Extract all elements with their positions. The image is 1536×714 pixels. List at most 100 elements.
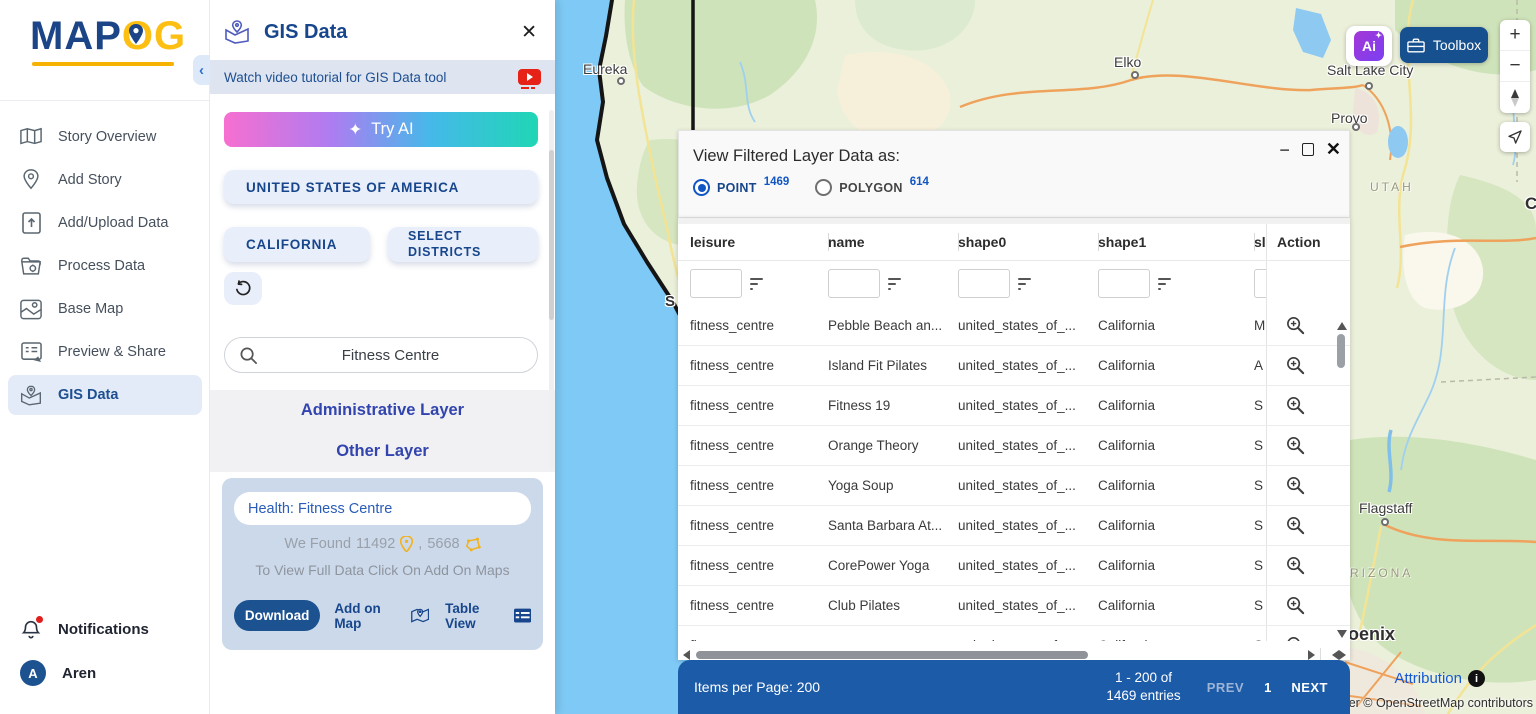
- vscroll-up-arrow[interactable]: [1337, 322, 1347, 330]
- hscroll-left-arrow[interactable]: [683, 650, 690, 660]
- sidebar-item-story-overview[interactable]: Story Overview: [8, 117, 202, 157]
- filter-input-leisure[interactable]: [690, 269, 742, 298]
- next-page-button[interactable]: NEXT: [1291, 680, 1328, 695]
- logo-text-og: OG: [121, 14, 187, 58]
- info-icon[interactable]: i: [1468, 670, 1485, 687]
- row-action-cell: [1266, 626, 1324, 641]
- zoom-to-feature-button[interactable]: [1285, 555, 1306, 576]
- cell-shape2: S: [1242, 638, 1266, 641]
- table-row[interactable]: fitness_centre CorePower Yoga united_state…: [678, 546, 1350, 586]
- zoom-to-feature-button[interactable]: [1285, 435, 1306, 456]
- administrative-layer-section[interactable]: Administrative Layer: [210, 390, 555, 431]
- sidebar-item-process-data[interactable]: Process Data: [8, 246, 202, 286]
- hscroll-thumb[interactable]: [696, 651, 1088, 659]
- filter-icon[interactable]: [1158, 277, 1171, 290]
- panel-scrollbar-thumb[interactable]: [549, 150, 554, 320]
- filter-input-shape2[interactable]: [1254, 269, 1266, 298]
- youtube-icon[interactable]: [518, 69, 541, 89]
- minimize-icon[interactable]: −: [1279, 141, 1290, 159]
- table-row[interactable]: fitness_centre Orange Theory united_states…: [678, 426, 1350, 466]
- state-button[interactable]: CALIFORNIA: [224, 227, 370, 262]
- query-pill: Health: Fitness Centre: [234, 492, 531, 525]
- table-row[interactable]: fitness_centre Club Pilates united_states_…: [678, 586, 1350, 626]
- cell-leisure: fitness_centre: [690, 598, 775, 613]
- logo-underline: [32, 62, 174, 66]
- column-header-shape0[interactable]: shape0: [946, 234, 1086, 250]
- radio-circle-icon: [815, 179, 833, 196]
- avatar: A: [20, 660, 46, 686]
- filter-input-name[interactable]: [828, 269, 880, 298]
- zoom-to-feature-button[interactable]: [1285, 515, 1306, 536]
- cell-shape0: united_states_of_...: [958, 438, 1076, 453]
- table-view-button[interactable]: Table View: [445, 601, 531, 631]
- layer-search-input[interactable]: Fitness Centre: [224, 337, 538, 373]
- range-line1: 1 - 200 of: [1115, 669, 1173, 685]
- zoom-to-feature-button[interactable]: [1285, 395, 1306, 416]
- current-page[interactable]: 1: [1264, 680, 1271, 695]
- download-button[interactable]: Download: [234, 600, 321, 631]
- geometry-radio-group: POINT 1469 POLYGON 614: [693, 176, 929, 196]
- other-layer-section[interactable]: Other Layer: [210, 431, 555, 472]
- close-icon[interactable]: ✕: [1326, 139, 1341, 160]
- sidebar-item-preview-share[interactable]: Preview & Share: [8, 332, 202, 372]
- filter-input-shape0[interactable]: [958, 269, 1010, 298]
- column-header-name[interactable]: name: [816, 234, 946, 250]
- map-canvas[interactable]: Eureka Elko Salt Lake City Provo Flagstaff UT…: [555, 0, 1536, 714]
- sidebar-item-add-upload-data[interactable]: Add/Upload Data: [8, 203, 202, 243]
- filter-icon[interactable]: [750, 277, 763, 290]
- filter-icon[interactable]: [1018, 277, 1031, 290]
- add-on-map-button[interactable]: Add on Map: [334, 601, 430, 631]
- table-row[interactable]: fitness_centre Yoga Soup united_states_of_…: [678, 466, 1350, 506]
- items-per-page[interactable]: Items per Page: 200: [694, 679, 820, 695]
- partial-city-label: oenix: [1348, 624, 1396, 644]
- zoom-out-button[interactable]: −: [1500, 51, 1530, 82]
- zoom-to-feature-button[interactable]: [1285, 355, 1306, 376]
- user-item[interactable]: A Aren: [0, 650, 210, 696]
- zoom-to-feature-button[interactable]: [1285, 475, 1306, 496]
- filtered-data-window: View Filtered Layer Data as: − ✕ POINT 14…: [678, 130, 1350, 714]
- table-row[interactable]: fitness_centre Fitness 19 united_states_of…: [678, 386, 1350, 426]
- undo-button[interactable]: [224, 272, 262, 305]
- notifications-item[interactable]: Notifications: [0, 608, 210, 650]
- action-hscroll-left-arrow[interactable]: [1332, 650, 1339, 660]
- vscroll-down-arrow[interactable]: [1337, 630, 1347, 638]
- ai-icon-text: Ai: [1362, 38, 1376, 54]
- attribution-link[interactable]: Attribution: [1394, 670, 1462, 687]
- vscroll-thumb[interactable]: [1337, 334, 1345, 368]
- table-row[interactable]: fitness_centre Santa Barbara At... united_…: [678, 506, 1350, 546]
- compass-button[interactable]: [1500, 82, 1530, 113]
- zoom-in-button[interactable]: +: [1500, 20, 1530, 51]
- try-ai-button[interactable]: ✦ Try AI: [224, 112, 538, 147]
- table-row[interactable]: fitness_centre united_states_of_...Califo…: [678, 626, 1350, 641]
- country-button[interactable]: UNITED STATES OF AMERICA: [224, 170, 538, 204]
- hscroll-right-arrow[interactable]: [1308, 650, 1315, 660]
- zoom-to-feature-button[interactable]: [1285, 635, 1306, 641]
- video-tutorial-banner[interactable]: Watch video tutorial for GIS Data tool: [210, 60, 555, 94]
- select-districts-button[interactable]: SELECT DISTRICTS: [388, 227, 538, 262]
- toolbox-button[interactable]: Toolbox: [1400, 27, 1488, 63]
- ai-tool-button[interactable]: Ai ✦: [1346, 26, 1392, 66]
- sidebar-item-label: Base Map: [58, 301, 124, 317]
- sidebar-item-base-map[interactable]: Base Map: [8, 289, 202, 329]
- column-header-action[interactable]: Action: [1266, 224, 1324, 260]
- table-row[interactable]: fitness_centre Pebble Beach an... united_s…: [678, 306, 1350, 346]
- sidebar-item-add-story[interactable]: Add Story: [8, 160, 202, 200]
- column-header-shape1[interactable]: shape1: [1086, 234, 1242, 250]
- radio-point[interactable]: POINT 1469: [693, 176, 789, 196]
- filter-icon[interactable]: [888, 277, 901, 290]
- table-row[interactable]: fitness_centre Island Fit Pilates united_s…: [678, 346, 1350, 386]
- column-header-leisure[interactable]: leisure: [678, 234, 816, 250]
- radio-polygon[interactable]: POLYGON 614: [815, 176, 929, 196]
- sidebar-collapse-button[interactable]: ‹: [193, 55, 210, 85]
- action-hscroll-right-arrow[interactable]: [1339, 650, 1346, 660]
- zoom-to-feature-button[interactable]: [1285, 595, 1306, 616]
- maximize-icon[interactable]: [1301, 143, 1314, 156]
- sidebar-item-gis-data[interactable]: GIS Data: [8, 375, 202, 415]
- locate-button[interactable]: [1500, 122, 1530, 152]
- prev-page-button[interactable]: PREV: [1207, 680, 1244, 695]
- cell-shape1: California: [1098, 358, 1156, 373]
- zoom-to-feature-button[interactable]: [1285, 315, 1306, 336]
- panel-close-icon[interactable]: ✕: [521, 21, 537, 44]
- filter-input-shape1[interactable]: [1098, 269, 1150, 298]
- table-rows-viewport: fitness_centre Pebble Beach an... united_s…: [678, 306, 1350, 641]
